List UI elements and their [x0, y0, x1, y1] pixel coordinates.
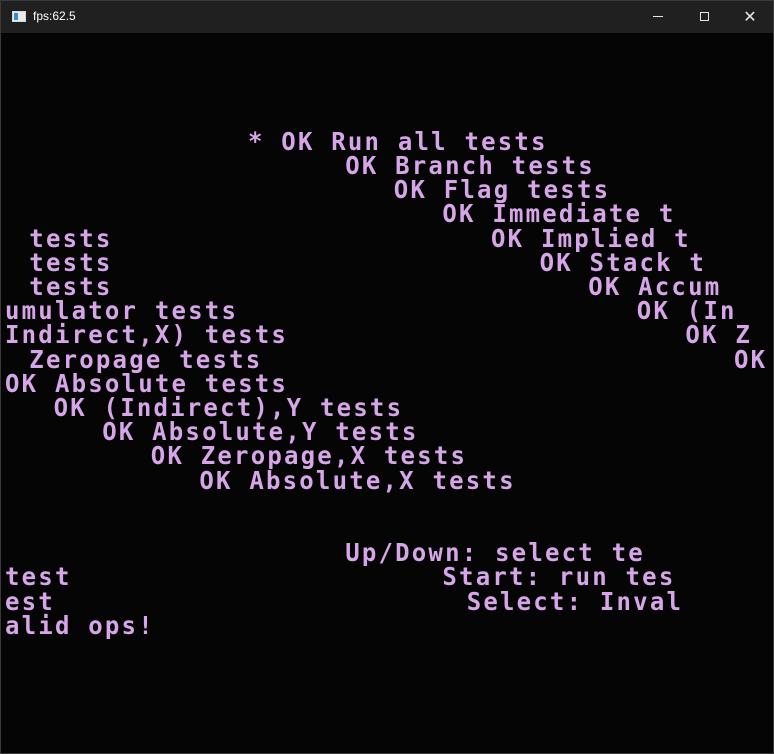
minimize-button[interactable] [635, 1, 681, 33]
screen-text-line: OK Stack t [539, 248, 707, 278]
screen-text-line: tests [29, 248, 113, 278]
screen-text-line: * OK Run all tests [248, 127, 548, 157]
screen-text-line: OK Accum [588, 272, 722, 302]
maximize-icon [699, 12, 709, 21]
screen-text-line: OK (Indirect),Y tests [53, 393, 404, 423]
screen-text-line: Zeropage tests [29, 345, 263, 374]
screen-text-line: OK Zeropage,X tests [150, 442, 468, 471]
emulator-screen[interactable]: * OK Run all tests OK Branch tests OK Flag… [4, 33, 771, 751]
screen-text-line: est [5, 587, 55, 616]
screen-text-line: OK Branch tests [345, 151, 595, 181]
close-icon: ✕ [743, 7, 757, 26]
screen-text-line: alid ops! [5, 611, 155, 641]
screen-text-line: Select: Inval [466, 587, 684, 616]
screen-text-line: OK [734, 345, 768, 374]
window-app-icon [12, 11, 26, 22]
screen-text-line: test [5, 563, 72, 592]
screen-text-line: OK Z [685, 321, 752, 350]
minimize-icon [653, 16, 663, 17]
window-title: fps:62.5 [33, 9, 76, 23]
screen-text-line: OK Implied t [491, 224, 691, 253]
screen-text-line: Start: run tes [442, 563, 676, 592]
screen-text-line: OK Absolute tests [5, 369, 289, 399]
app-window: fps:62.5 ✕ * OK Run all tests OK Branch t… [0, 0, 774, 754]
screen-text-line: OK Immediate t [442, 200, 676, 229]
title-bar[interactable]: fps:62.5 ✕ [1, 1, 773, 33]
maximize-button[interactable] [681, 1, 727, 33]
screen-text-line: Indirect,X) tests [5, 321, 289, 350]
close-button[interactable]: ✕ [727, 1, 773, 33]
screen-text-line: tests [29, 224, 113, 253]
screen-text-line: tests [29, 272, 113, 302]
screen-text-line: OK Absolute,X tests [199, 466, 516, 495]
